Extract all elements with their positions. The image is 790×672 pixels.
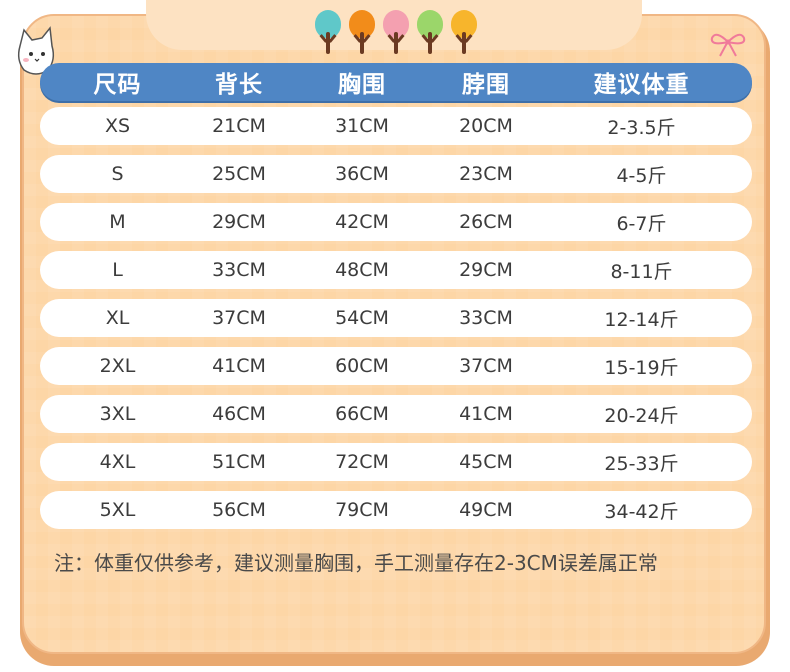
cell-chest: 66CM xyxy=(335,403,389,425)
cell-chest: 42CM xyxy=(335,211,389,233)
cell-weight: 12-14斤 xyxy=(604,308,679,331)
cell-size: XS xyxy=(104,115,131,137)
table-row: 2XL 41CM 60CM 37CM 15-19斤 xyxy=(40,347,752,385)
cell-neck: 41CM xyxy=(459,403,513,425)
cell-back-length: 21CM xyxy=(212,115,266,137)
cell-weight: 6-7斤 xyxy=(616,212,667,235)
cell-neck: 33CM xyxy=(459,307,513,329)
cell-back-length: 41CM xyxy=(212,355,266,377)
cell-neck: 20CM xyxy=(459,115,513,137)
cell-weight: 15-19斤 xyxy=(604,356,679,379)
cell-size: M xyxy=(109,211,126,233)
tree-icon xyxy=(415,10,445,56)
table-header: 尺码 背长 胸围 脖围 建议体重 xyxy=(40,63,752,101)
table-row: XL 37CM 54CM 33CM 12-14斤 xyxy=(40,299,752,337)
cell-neck: 49CM xyxy=(459,499,513,521)
table-row: M 29CM 42CM 26CM 6-7斤 xyxy=(40,203,752,241)
cell-size: 3XL xyxy=(99,403,136,425)
header-back-length: 背长 xyxy=(215,72,263,98)
table-row: S 25CM 36CM 23CM 4-5斤 xyxy=(40,155,752,193)
cell-back-length: 37CM xyxy=(212,307,266,329)
cell-back-length: 25CM xyxy=(212,163,266,185)
cell-back-length: 29CM xyxy=(212,211,266,233)
cell-neck: 45CM xyxy=(459,451,513,473)
cell-back-length: 56CM xyxy=(212,499,266,521)
tree-icon xyxy=(381,10,411,56)
measurement-note: 注：体重仅供参考，建议测量胸围，手工测量存在2-3CM误差属正常 xyxy=(54,551,658,575)
cell-weight: 8-11斤 xyxy=(610,260,673,283)
cell-neck: 23CM xyxy=(459,163,513,185)
table-row: L 33CM 48CM 29CM 8-11斤 xyxy=(40,251,752,289)
cell-size: S xyxy=(111,163,124,185)
cell-weight: 25-33斤 xyxy=(604,452,679,475)
cell-back-length: 46CM xyxy=(212,403,266,425)
cell-chest: 48CM xyxy=(335,259,389,281)
cell-chest: 60CM xyxy=(335,355,389,377)
header-chest: 胸围 xyxy=(338,72,386,98)
header-size: 尺码 xyxy=(93,72,142,98)
ribbon-bow-icon xyxy=(710,33,746,57)
cell-size: XL xyxy=(105,307,130,329)
cell-weight: 34-42斤 xyxy=(604,500,679,523)
cell-neck: 26CM xyxy=(459,211,513,233)
cell-size: 2XL xyxy=(99,355,136,377)
cell-weight: 20-24斤 xyxy=(604,404,679,427)
cell-back-length: 33CM xyxy=(212,259,266,281)
header-weight: 建议体重 xyxy=(593,72,690,98)
tree-icon xyxy=(347,10,377,56)
cell-weight: 4-5斤 xyxy=(616,164,667,187)
cell-chest: 79CM xyxy=(335,499,389,521)
cell-size: 4XL xyxy=(99,451,136,473)
table-row: XS 21CM 31CM 20CM 2-3.5斤 xyxy=(40,107,752,145)
tree-icon xyxy=(449,10,479,56)
header-neck: 脖围 xyxy=(462,72,510,98)
cell-size: 5XL xyxy=(99,499,136,521)
table-row: 3XL 46CM 66CM 41CM 20-24斤 xyxy=(40,395,752,433)
cell-chest: 54CM xyxy=(335,307,389,329)
tree-icon xyxy=(313,10,343,56)
table-row: 4XL 51CM 72CM 45CM 25-33斤 xyxy=(40,443,752,481)
tree-decoration xyxy=(313,10,483,56)
cell-chest: 31CM xyxy=(335,115,389,137)
cell-size: L xyxy=(112,259,123,281)
cell-chest: 36CM xyxy=(335,163,389,185)
cell-chest: 72CM xyxy=(335,451,389,473)
cell-back-length: 51CM xyxy=(212,451,266,473)
table-row: 5XL 56CM 79CM 49CM 34-42斤 xyxy=(40,491,752,529)
cell-weight: 2-3.5斤 xyxy=(607,116,676,139)
cell-neck: 29CM xyxy=(459,259,513,281)
cell-neck: 37CM xyxy=(459,355,513,377)
